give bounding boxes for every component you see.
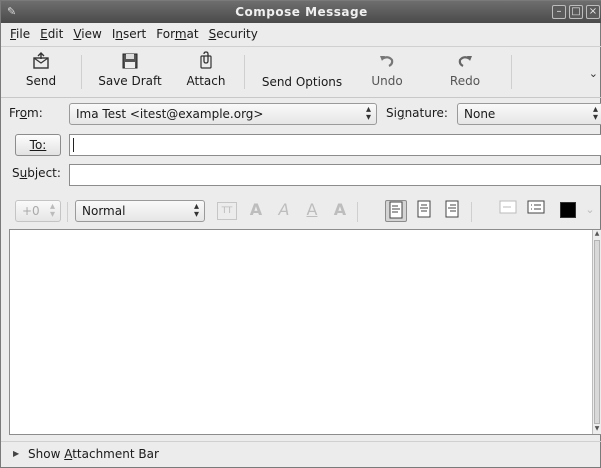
select-arrows-icon: ▴ ▾ [49,201,55,220]
scroll-up-icon[interactable]: ▲ [593,230,601,239]
shadow-text-icon[interactable]: A [329,200,351,222]
title-bar: ✎ Compose Message – □ × [1,1,601,23]
paragraph-style-select[interactable]: Normal ▴ ▾ [75,200,205,222]
send-icon [33,52,49,69]
subject-field[interactable] [69,164,601,186]
attach-button[interactable]: Attach [178,50,234,94]
attachment-bar[interactable]: ▶ Show Attachment Bar [1,441,601,467]
message-body-editor[interactable]: ▲ ▼ [9,229,601,435]
bold-icon[interactable]: A [245,200,267,222]
select-arrows-icon: ▴ ▾ [365,104,371,123]
indent-icon[interactable] [525,200,547,222]
save-draft-button[interactable]: Save Draft [89,50,171,94]
menu-edit[interactable]: Edit [35,27,68,41]
window-title: Compose Message [235,5,368,19]
teletype-icon[interactable]: TT [217,202,237,220]
from-row: From: Ima Test <itest@example.org> ▴ ▾ Si… [1,101,601,127]
text-color-icon [560,202,576,218]
subject-label: Subject: [12,166,61,180]
to-input[interactable] [70,135,601,155]
redo-button[interactable]: Redo [443,50,487,94]
undo-icon [380,56,394,67]
to-button[interactable]: To: [15,134,61,156]
underline-icon[interactable]: A [301,200,323,222]
text-caret [73,138,74,152]
maximize-icon[interactable]: □ [569,5,583,19]
align-center-icon[interactable] [413,200,435,222]
send-options-button[interactable]: Send Options [253,73,351,93]
paperclip-icon [200,51,212,69]
outdent-icon[interactable] [497,200,519,222]
chevron-down-icon[interactable]: ⌄ [589,67,598,80]
italic-icon[interactable]: A [273,200,295,222]
expander-triangle-icon[interactable]: ▶ [13,449,19,458]
scroll-down-icon[interactable]: ▼ [593,425,601,434]
floppy-disk-icon [122,53,138,69]
redo-icon [458,56,472,67]
align-left-icon[interactable] [385,200,407,222]
compose-window: ✎ Compose Message – □ × File Edit View I… [0,0,601,468]
subject-input[interactable] [70,165,601,185]
select-arrows-icon: ▴ ▾ [193,201,199,220]
scrollbar-thumb[interactable] [594,240,600,424]
subject-row: Subject: [1,161,601,187]
close-icon[interactable]: × [586,5,600,19]
to-row: To: [1,131,601,157]
chevron-down-icon[interactable]: ⌄ [583,200,597,222]
menu-file[interactable]: File [5,27,35,41]
main-toolbar: Send Save Draft Attach Send Options Undo… [1,46,601,98]
vertical-scrollbar[interactable]: ▲ ▼ [592,230,601,434]
menu-view[interactable]: View [68,27,106,41]
signature-label: Signature: [386,106,448,120]
from-label: From: [9,106,43,120]
send-button[interactable]: Send [15,50,67,94]
menu-insert[interactable]: Insert [107,27,151,41]
menu-bar: File Edit View Insert Format Security [1,23,601,45]
menu-format[interactable]: Format [151,27,203,41]
from-select[interactable]: Ima Test <itest@example.org> ▴ ▾ [69,103,377,125]
format-toolbar: +0 ▴ ▾ Normal ▴ ▾ TT A A A A ⌄ [1,196,601,226]
menu-security[interactable]: Security [204,27,263,41]
to-field[interactable] [69,134,601,156]
font-size-select[interactable]: +0 ▴ ▾ [15,200,61,222]
signature-select[interactable]: None ▴ ▾ [457,103,601,125]
show-attachment-bar-label: Show Attachment Bar [28,447,159,461]
undo-button[interactable]: Undo [365,50,409,94]
text-color-swatch[interactable] [557,200,579,222]
select-arrows-icon: ▴ ▾ [592,104,598,123]
minimize-icon[interactable]: – [552,5,566,19]
align-right-icon[interactable] [441,200,463,222]
